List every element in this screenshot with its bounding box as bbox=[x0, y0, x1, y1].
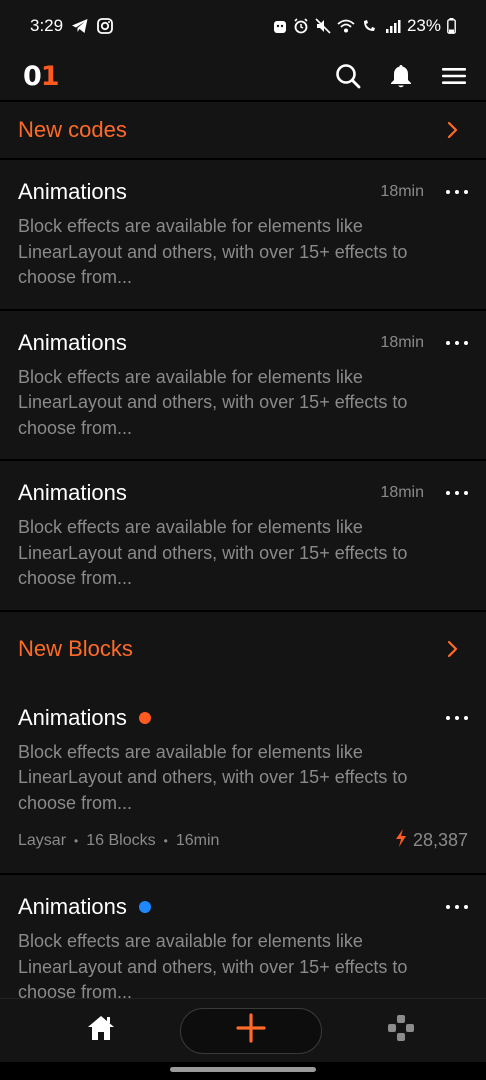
section-title-new-blocks: New Blocks bbox=[18, 635, 133, 661]
block-card[interactable]: Animations Block effects are available f… bbox=[0, 685, 486, 873]
gesture-bar[interactable] bbox=[170, 1067, 316, 1072]
card-title: Animations bbox=[18, 704, 127, 730]
main-content[interactable]: New codes Animations 18min Block effects… bbox=[0, 100, 486, 998]
wifi-call-icon bbox=[361, 18, 379, 34]
card-description: Block effects are available for elements… bbox=[18, 931, 408, 998]
battery-icon bbox=[447, 18, 456, 34]
status-time: 3:29 bbox=[30, 16, 64, 35]
battery-percent: 23% bbox=[406, 16, 441, 35]
status-dot bbox=[138, 901, 151, 913]
more-horizontal-icon[interactable] bbox=[446, 490, 468, 496]
status-bar: 3:29 23% bbox=[0, 0, 486, 52]
status-left: 3:29 bbox=[30, 16, 113, 36]
card-block-count: 16 Blocks bbox=[86, 831, 156, 849]
card-score: 28,387 bbox=[412, 830, 468, 850]
status-dot bbox=[138, 711, 151, 724]
instagram-icon bbox=[97, 18, 113, 34]
plus-icon bbox=[236, 1013, 266, 1048]
alarm-icon bbox=[293, 18, 309, 34]
card-title: Animations bbox=[18, 329, 127, 355]
mute-icon bbox=[315, 18, 331, 34]
app-logo[interactable]: 01 bbox=[23, 60, 60, 92]
bottom-nav bbox=[0, 998, 486, 1062]
card-time: 18min bbox=[380, 484, 424, 501]
more-horizontal-icon[interactable] bbox=[446, 715, 468, 721]
android-icon bbox=[273, 18, 287, 34]
gamepad-icon[interactable] bbox=[386, 1013, 416, 1048]
chevron-right-icon[interactable] bbox=[446, 639, 460, 659]
card-footer: Laysar • 16 Blocks • 16min 28,387 bbox=[18, 828, 468, 873]
card-title-wrap: Animations bbox=[18, 894, 151, 920]
card-title: Animations bbox=[18, 480, 127, 505]
card-time: 16min bbox=[175, 831, 220, 849]
separator-dot: • bbox=[74, 833, 79, 848]
bell-icon[interactable] bbox=[387, 62, 415, 90]
add-button[interactable] bbox=[180, 1007, 322, 1054]
card-title: Animations bbox=[18, 894, 127, 919]
more-horizontal-icon[interactable] bbox=[446, 189, 468, 195]
section-header-new-codes[interactable]: New codes bbox=[0, 102, 486, 158]
card-description: Block effects are available for elements… bbox=[18, 366, 408, 438]
card-author[interactable]: Laysar bbox=[18, 832, 66, 850]
card-title-wrap: Animations bbox=[18, 705, 151, 731]
card-title: Animations bbox=[18, 179, 127, 204]
app-bar-actions bbox=[334, 62, 468, 90]
card-description: Block effects are available for elements… bbox=[18, 741, 408, 813]
section-title-new-codes: New codes bbox=[18, 117, 127, 142]
more-horizontal-icon[interactable] bbox=[446, 340, 468, 346]
card-description: Block effects are available for elements… bbox=[18, 216, 408, 287]
logo-part1: 0 bbox=[23, 60, 42, 92]
search-icon[interactable] bbox=[334, 62, 362, 90]
logo-part2: 1 bbox=[40, 60, 60, 92]
card-time: 18min bbox=[380, 183, 424, 200]
wifi-icon bbox=[337, 18, 355, 34]
code-card[interactable]: Animations 18min Block effects are avail… bbox=[0, 160, 486, 309]
block-card[interactable]: Animations Block effects are available f… bbox=[0, 875, 486, 998]
code-card[interactable]: Animations 18min Block effects are avail… bbox=[0, 310, 486, 459]
card-time: 18min bbox=[380, 333, 424, 351]
app-bar: 01 bbox=[0, 52, 486, 100]
status-right: 23% bbox=[273, 16, 456, 36]
signal-icon bbox=[385, 18, 401, 34]
home-icon[interactable] bbox=[86, 1014, 116, 1047]
section-header-new-blocks[interactable]: New Blocks bbox=[0, 611, 486, 686]
code-card[interactable]: Animations 18min Block effects are avail… bbox=[0, 461, 486, 610]
menu-icon[interactable] bbox=[440, 62, 468, 90]
lightning-icon bbox=[395, 828, 407, 853]
telegram-icon bbox=[71, 18, 89, 34]
more-horizontal-icon[interactable] bbox=[446, 904, 468, 910]
card-description: Block effects are available for elements… bbox=[18, 517, 408, 588]
separator-dot: • bbox=[163, 833, 168, 848]
chevron-right-icon[interactable] bbox=[446, 120, 460, 140]
